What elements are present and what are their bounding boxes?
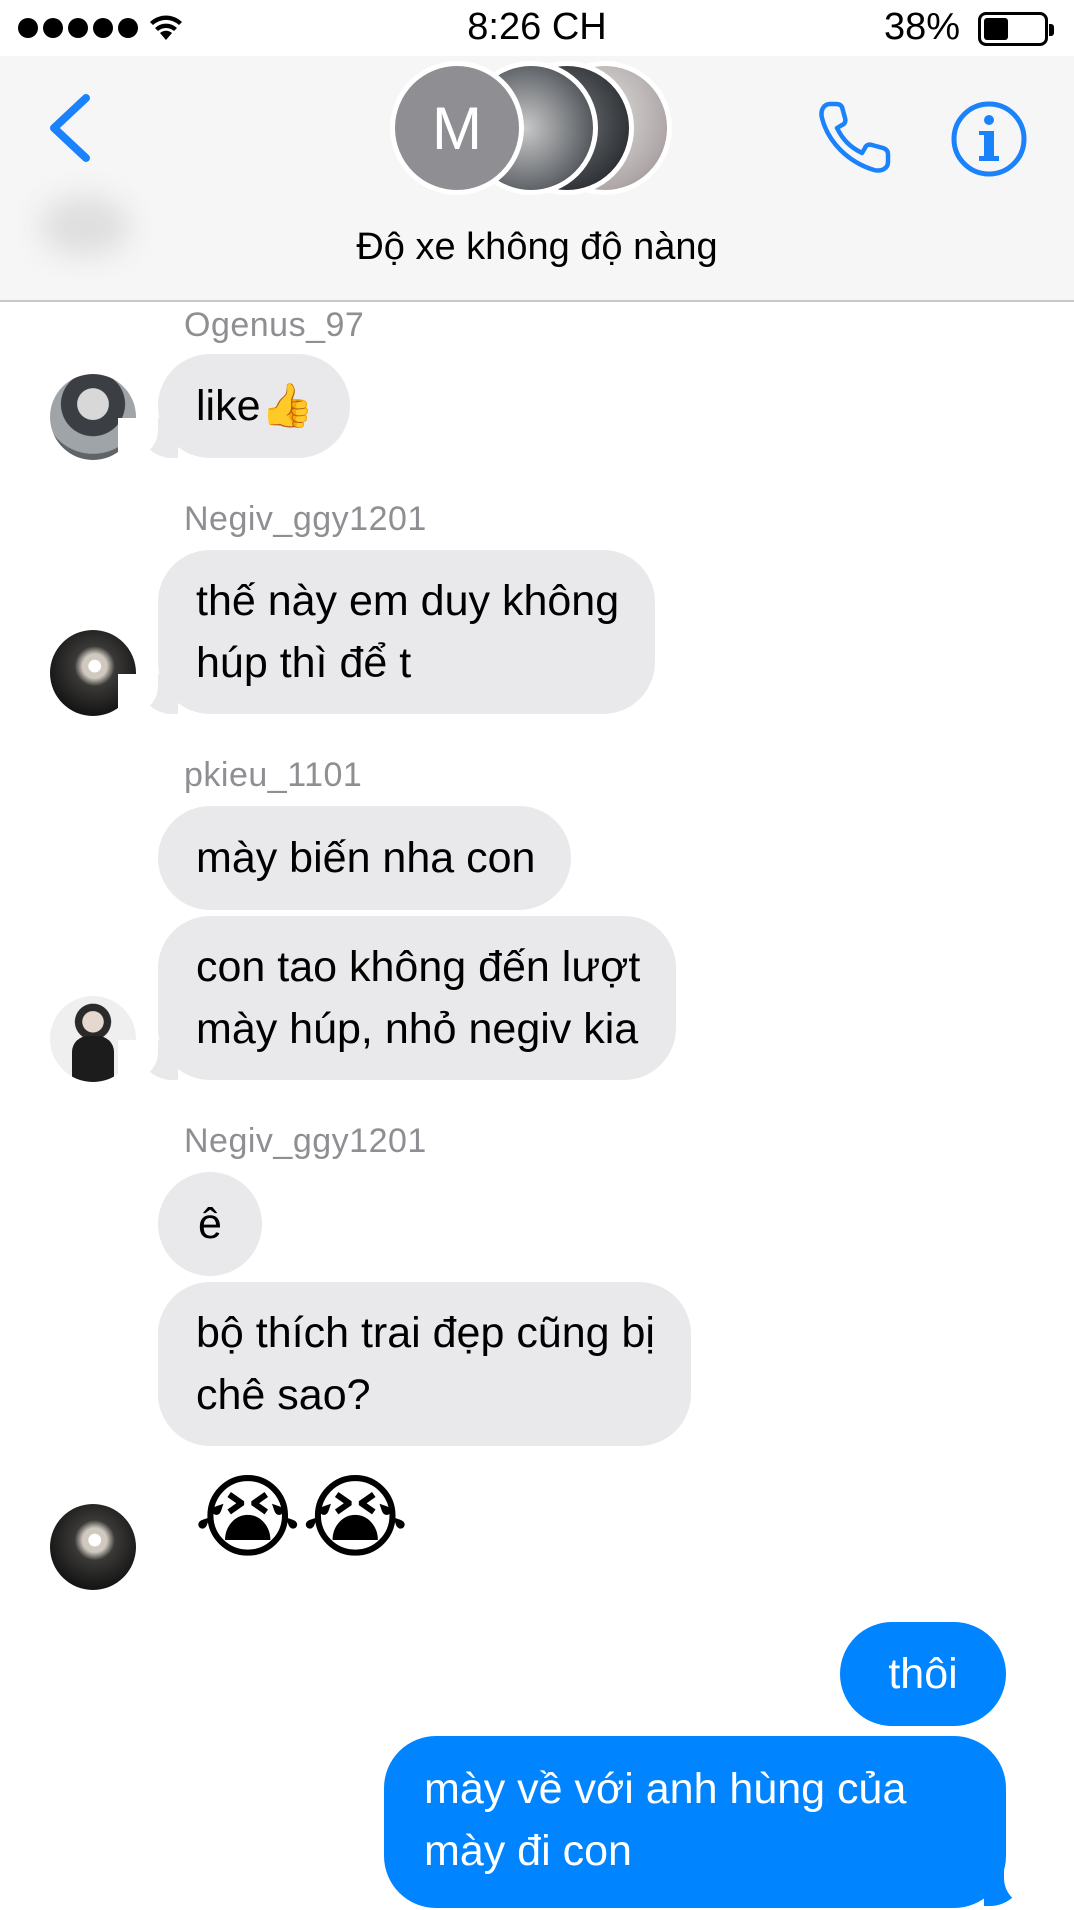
message-line: thôi (888, 1650, 958, 1698)
emoji-message[interactable]: 😭😭 (194, 1468, 409, 1568)
sender-avatar[interactable] (50, 1504, 136, 1590)
message-bubble-incoming[interactable]: like👍 (158, 354, 351, 458)
message-line: bộ thích trai đẹp cũng bị (196, 1309, 655, 1357)
phone-icon[interactable] (816, 96, 896, 176)
message-bubble-incoming[interactable]: mày biến nha con (158, 806, 572, 910)
message-bubble-incoming[interactable]: bộ thích trai đẹp cũng bị chê sao? (158, 1282, 691, 1446)
message-line: mày biến nha con (196, 834, 536, 882)
sender-name: Negiv_ggy1201 (184, 500, 427, 538)
sender-name: Negiv_ggy1201 (184, 1122, 427, 1160)
message-line: like👍 (196, 382, 315, 430)
group-avatar-stack[interactable]: M (390, 61, 700, 201)
messenger-chat-screen: 8:26 CH 38% M Độ xe không độ nàng Ogenus… (0, 0, 1074, 1910)
message-bubble-outgoing[interactable]: mày về với anh hùng của mày đi con (384, 1736, 1006, 1908)
back-chevron-icon[interactable] (44, 92, 96, 164)
sender-name: Ogenus_97 (184, 306, 365, 344)
group-avatar-initial: M (390, 61, 524, 195)
chat-header: M Độ xe không độ nàng (0, 56, 1074, 302)
info-icon[interactable] (950, 100, 1028, 178)
conversation-title[interactable]: Độ xe không độ nàng (0, 226, 1074, 269)
message-line: mày húp, nhỏ negiv kia (196, 1005, 639, 1053)
message-bubble-incoming[interactable]: thế này em duy không húp thì để t (158, 550, 656, 714)
message-bubble-incoming[interactable]: ê (158, 1172, 262, 1276)
message-line: mày đi con (424, 1827, 632, 1875)
battery-icon (978, 12, 1054, 46)
message-line: ê (198, 1200, 222, 1248)
message-line: húp thì để t (196, 639, 412, 687)
battery-percentage: 38% (884, 6, 961, 48)
message-bubble-outgoing[interactable]: thôi (840, 1622, 1006, 1726)
message-line: thế này em duy không (196, 577, 620, 625)
sender-name: pkieu_1101 (184, 756, 363, 794)
message-line: mày về với anh hùng của (424, 1765, 907, 1813)
status-bar: 8:26 CH 38% (0, 0, 1074, 56)
message-line: chê sao? (196, 1371, 371, 1419)
message-bubble-incoming[interactable]: con tao không đến lượt mày húp, nhỏ negi… (158, 916, 677, 1080)
message-line: con tao không đến lượt (196, 943, 641, 991)
